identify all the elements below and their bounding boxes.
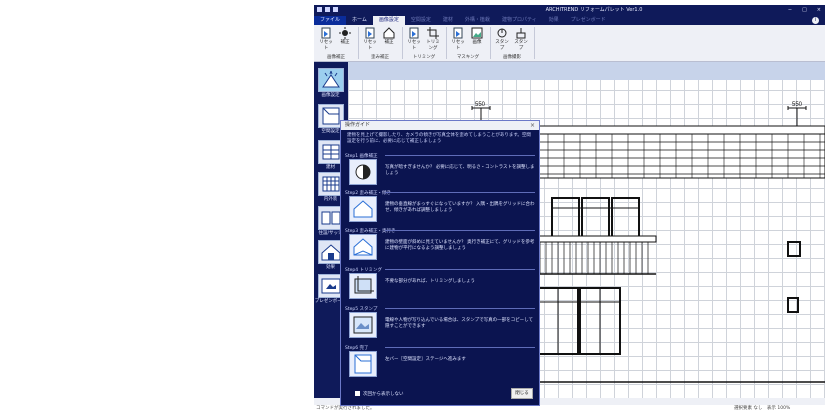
step-text: 左バー［空間設定］ステージへ進みます (385, 357, 466, 362)
window-title: ARCHITREND リフォームパレット Ver1.0 (545, 7, 643, 13)
tilt-icon (349, 196, 377, 222)
stamp-icon (497, 28, 507, 38)
group-divider (490, 27, 491, 59)
save-icon[interactable] (325, 7, 330, 12)
step-divider (385, 192, 535, 193)
guide-step[interactable]: Step1 画像補正 写真が暗すぎませんか？ 必要に応じて、明るさ・コントラスト… (345, 153, 535, 189)
mask-icon (471, 27, 483, 39)
ribbon-group-distortion: リセット 補正 歪み補正 (360, 25, 400, 61)
image-settings-icon (322, 70, 340, 88)
mask-image-button[interactable]: 画像 (469, 27, 485, 47)
step-text: 電線や人物が写り込んでいる場合は、スタンプで写真の一部をコピーして隠すことができ… (385, 318, 534, 329)
guide-step[interactable]: Step3 歪み補正・奥行き 建物の壁面が斜めに見えていませんか？ 奥行き補正に… (345, 228, 535, 264)
adjust-icon (339, 27, 351, 39)
adjust-button[interactable]: 補正 (337, 27, 353, 47)
step-divider (385, 269, 535, 270)
step-divider (385, 347, 535, 348)
group-divider (402, 27, 403, 59)
sidebar-item-image-settings[interactable] (318, 68, 344, 92)
reset-button[interactable]: リセット (450, 27, 466, 51)
group-label: 画像補正 (327, 55, 345, 60)
ribbon-group-capture: スタンプ スタンプ 画像撮影 (492, 25, 532, 61)
group-divider (446, 27, 447, 59)
tab-space-settings[interactable]: 空間設定 (405, 16, 437, 25)
ribbon-tabs: ファイル ホーム 画像設定 空間設定 建材 外構・植栽 建物プロパティ 効果 プ… (314, 16, 825, 25)
dimension-label: 550 (792, 102, 803, 108)
title-bar: ARCHITREND リフォームパレット Ver1.0 − □ × (314, 5, 825, 15)
ribbon-group-masking: リセット 画像 マスキング (448, 25, 488, 61)
dialog-intro: 建物を見上げて撮影したり、カメラの傾きが写真全体を歪めてしまうことがあります。空… (347, 133, 531, 144)
step-divider (385, 308, 535, 309)
ribbon-group-trimming: リセット トリミング トリミング (404, 25, 444, 61)
brightness-icon (349, 159, 377, 185)
dimension-label: 550 (475, 102, 486, 108)
stamp-button[interactable]: スタンプ (494, 27, 510, 51)
reset-button[interactable]: リセット (406, 27, 422, 51)
reset-icon (321, 27, 331, 39)
reset-icon (453, 27, 463, 39)
guide-step[interactable]: Step4 トリミング 不要な部分があれば、トリミングしましょう (345, 267, 535, 303)
tab-home[interactable]: ホーム (346, 16, 373, 25)
group-label: 歪み補正 (371, 55, 389, 60)
reset-icon (365, 27, 375, 39)
dialog-close-icon[interactable]: × (530, 121, 535, 130)
group-label: マスキング (456, 55, 480, 60)
guide-step[interactable]: Step5 スタンプ 電線や人物が写り込んでいる場合は、スタンプで写真の一部をコ… (345, 306, 535, 342)
maximize-button[interactable]: □ (802, 5, 807, 15)
step-text: 写真が暗すぎませんか？ 必要に応じて、明るさ・コントラストを調整しましょう (385, 165, 535, 176)
step-text: 建物の壁面が斜めに見えていませんか？ 奥行き補正にて、グリッドを参考に建物が平行… (385, 240, 535, 251)
dialog-title-bar: 操作ガイド × (341, 121, 539, 130)
dont-show-label: 次回から表示しない (363, 392, 404, 397)
dont-show-checkbox[interactable] (355, 391, 360, 396)
tab-exterior[interactable]: 外構・植栽 (459, 16, 496, 25)
reset-button[interactable]: リセット (318, 27, 334, 51)
stamp2-icon (516, 28, 526, 39)
dont-show-again[interactable]: 次回から表示しない (355, 391, 404, 397)
depth-icon (349, 234, 377, 260)
ribbon: リセット 補正 画像補正 リセット 補正 歪み補正 リセット トリミング トリミ… (314, 25, 825, 62)
reset-button[interactable]: リセット (362, 27, 378, 51)
distortion-icon (383, 27, 395, 39)
stamp-step-icon (349, 312, 377, 338)
tab-image-settings[interactable]: 画像設定 (372, 16, 405, 25)
tab-building-property[interactable]: 建物プロパティ (496, 16, 543, 25)
operation-guide-dialog: 操作ガイド × 建物を見上げて撮影したり、カメラの傾きが写真全体を歪めてしまうこ… (340, 120, 540, 406)
dialog-title: 操作ガイド (345, 122, 371, 128)
close-button[interactable]: × (817, 5, 821, 15)
group-label: トリミング (412, 55, 436, 60)
app-logo-icon (317, 7, 322, 12)
group-divider (534, 27, 535, 59)
sidebar-label: 画像設定 (321, 93, 340, 98)
minimize-button[interactable]: − (788, 5, 792, 15)
step-divider (385, 155, 535, 156)
complete-icon (349, 351, 377, 377)
reset-icon (409, 27, 419, 39)
guide-step[interactable]: Step6 完了 左バー［空間設定］ステージへ進みます (345, 345, 535, 381)
step-text: 建物の垂直線がまっすぐになっていますか？ 入隅・出隅をグリッドに合わせ、傾きがあ… (385, 202, 535, 213)
group-divider (358, 27, 359, 59)
trimming-icon (349, 273, 377, 299)
group-label: 画像撮影 (503, 55, 521, 60)
tab-materials[interactable]: 建材 (437, 16, 459, 25)
crop-button[interactable]: トリミング (425, 27, 441, 51)
help-icon[interactable]: i (812, 17, 819, 24)
step-text: 不要な部分があれば、トリミングしましょう (385, 279, 475, 284)
tab-file[interactable]: ファイル (314, 16, 347, 25)
quick-access-toolbar (317, 7, 338, 12)
window-controls: − □ × (788, 5, 821, 15)
stamp2-button[interactable]: スタンプ (513, 27, 529, 51)
dialog-close-button[interactable]: 閉じる (511, 388, 533, 399)
crop-icon (427, 27, 439, 39)
tab-presentation-board[interactable]: プレゼンボード (565, 16, 612, 25)
step-divider (385, 230, 535, 231)
distortion-button[interactable]: 補正 (381, 27, 397, 47)
ribbon-group-image-adjust: リセット 補正 画像補正 (316, 25, 356, 61)
status-info: 選択要素 なし 表示 100% (734, 406, 791, 411)
guide-step[interactable]: Step2 歪み補正・傾き 建物の垂直線がまっすぐになっていますか？ 入隅・出隅… (345, 190, 535, 226)
tab-effects[interactable]: 効果 (543, 16, 565, 25)
undo-icon[interactable] (333, 7, 338, 12)
